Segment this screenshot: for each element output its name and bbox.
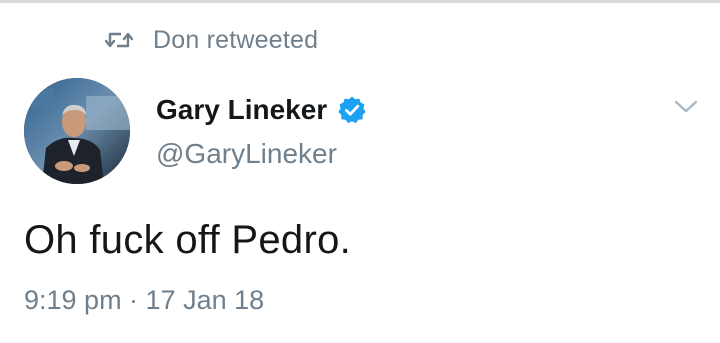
tweet-timestamp[interactable]: 9:19 pm · 17 Jan 18 <box>24 285 264 316</box>
top-divider <box>0 0 720 3</box>
retweet-label[interactable]: Don retweeted <box>153 26 318 55</box>
retweet-indicator: Don retweeted <box>104 26 318 55</box>
tweet-text: Oh fuck off Pedro. <box>24 218 352 262</box>
retweet-icon <box>104 29 134 51</box>
avatar-photo <box>24 78 130 184</box>
author-name-row[interactable]: Gary Lineker <box>156 94 367 126</box>
chevron-down-icon[interactable] <box>673 98 699 116</box>
display-name[interactable]: Gary Lineker <box>156 94 327 126</box>
verified-badge-icon <box>337 95 367 125</box>
avatar[interactable] <box>24 78 130 184</box>
author-handle[interactable]: @GaryLineker <box>156 138 337 170</box>
